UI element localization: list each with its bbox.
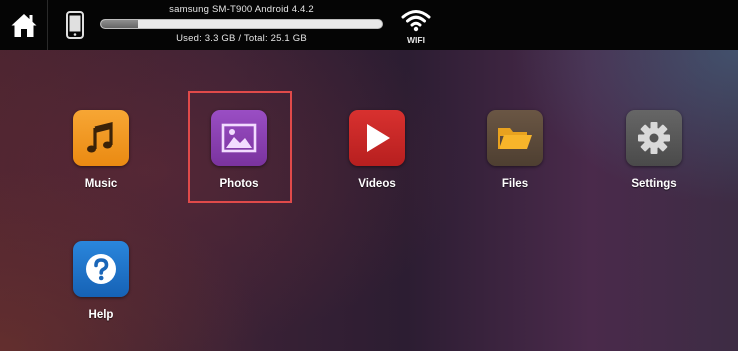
help-tile [73,241,129,297]
home-button[interactable] [0,0,48,50]
app-settings[interactable]: Settings [599,110,709,190]
files-tile [487,110,543,166]
music-tile [73,110,129,166]
music-note-icon [87,121,113,153]
gear-icon [638,122,670,154]
home-icon [11,14,36,37]
top-bar: samsung SM-T900 Android 4.4.2 Used: 3.3 … [0,0,738,50]
storage-usage-text: Used: 3.3 GB / Total: 25.1 GB [176,33,307,44]
phone-icon [66,11,84,39]
wifi-label: WIFI [407,35,425,45]
question-icon [86,254,116,284]
app-label-files: Files [501,178,529,190]
app-label-settings: Settings [631,178,677,190]
app-music[interactable]: Music [46,110,156,190]
app-label-music: Music [84,178,118,190]
app-label-videos: Videos [358,178,396,190]
app-files[interactable]: Files [460,110,570,190]
storage-bar [100,19,383,29]
storage-bar-fill [101,20,138,28]
app-grid: Music Photos Videos Files Settings Help [0,50,738,351]
app-label-help: Help [88,309,114,321]
app-label-photos: Photos [219,178,259,190]
play-icon [367,124,390,152]
image-icon [221,123,257,153]
folder-icon [498,128,532,149]
wifi-icon[interactable] [401,8,431,32]
device-name: samsung SM-T900 Android 4.4.2 [169,4,314,15]
photos-tile [211,110,267,166]
videos-tile [349,110,405,166]
app-videos[interactable]: Videos [322,110,432,190]
app-help[interactable]: Help [46,241,156,321]
settings-tile [626,110,682,166]
app-photos[interactable]: Photos [184,110,294,190]
